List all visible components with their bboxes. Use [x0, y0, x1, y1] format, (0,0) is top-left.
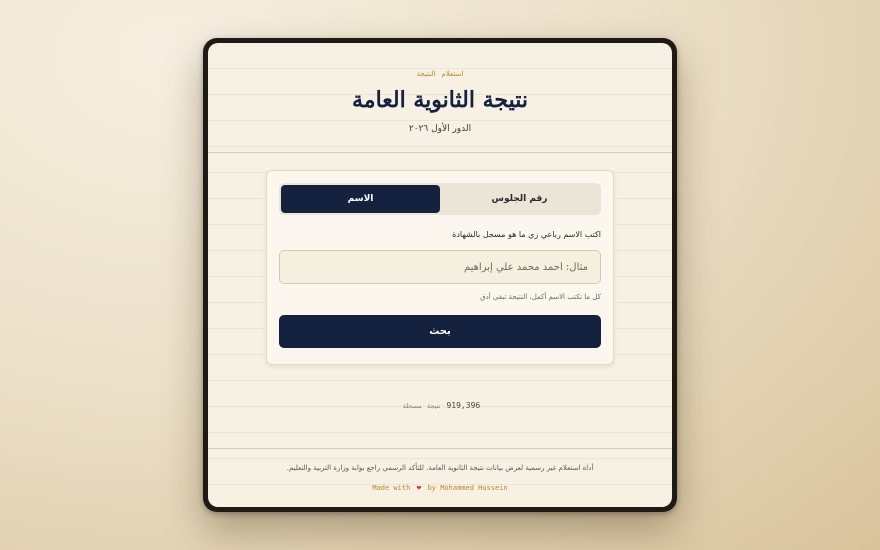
footer-divider — [208, 448, 672, 449]
tab-seat-number[interactable]: رقم الجلوس — [440, 185, 599, 213]
breadcrumb-item-result[interactable]: النتيجة — [417, 70, 436, 78]
name-field-label: اكتب الاسم رباعي زي ما هو مسجل بالشهادة — [452, 230, 601, 239]
breadcrumb: استعلام النتيجة — [208, 70, 672, 78]
results-count-word: نتيجة — [426, 402, 441, 410]
results-count-word2: مسجلة — [402, 402, 422, 410]
search-card: رقم الجلوس الاسم اكتب الاسم رباعي زي ما … — [266, 170, 614, 365]
device-frame: استعلام النتيجة نتيجة الثانوية العامة ال… — [203, 38, 677, 512]
credit-prefix: Made with — [372, 484, 411, 492]
credit-line: Made with ❤ by Mohammed Hussein — [208, 483, 672, 492]
page-title: نتيجة الثانوية العامة — [352, 87, 528, 113]
breadcrumb-item-inquiry[interactable]: استعلام — [442, 70, 464, 78]
search-mode-tabs: رقم الجلوس الاسم — [279, 183, 601, 215]
app-screen: استعلام النتيجة نتيجة الثانوية العامة ال… — [208, 43, 672, 507]
name-hint: كل ما تكتب الاسم أكمل، النتيجة تبقى أدق — [480, 293, 601, 301]
disclaimer-text: أداة استعلام غير رسمية لعرض بيانات نتيجة… — [286, 464, 594, 472]
results-count-number: 919,396 — [446, 401, 481, 410]
credit-author[interactable]: by Mohammed Hussein — [428, 484, 508, 492]
page-subtitle: الدور الأول ٢٠٢٦ — [408, 124, 472, 134]
tab-name[interactable]: الاسم — [281, 185, 440, 213]
results-count: 919,396 نتيجة مسجلة — [208, 401, 672, 410]
search-button[interactable]: بحث — [279, 315, 601, 348]
heart-icon: ❤ — [416, 483, 422, 492]
name-input[interactable] — [279, 250, 601, 284]
header-divider — [208, 152, 672, 153]
